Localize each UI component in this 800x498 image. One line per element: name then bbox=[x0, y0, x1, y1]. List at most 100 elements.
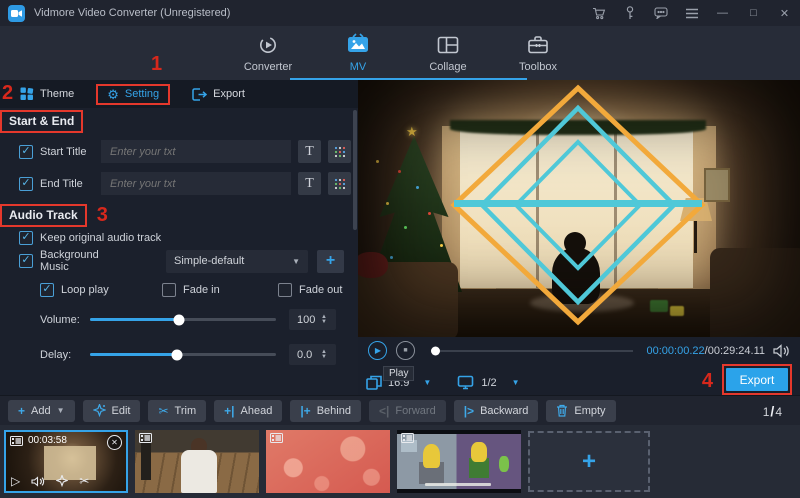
title-bar: Vidmore Video Converter (Unregistered) —… bbox=[0, 0, 800, 26]
delay-label: Delay: bbox=[40, 349, 88, 361]
volume-stepper[interactable]: ▲▼ bbox=[321, 315, 327, 325]
panel-tab-setting[interactable]: ⚙ Setting bbox=[96, 84, 170, 105]
end-title-checkbox[interactable]: ✓ bbox=[19, 177, 33, 191]
panel-tab-theme[interactable]: Theme bbox=[20, 87, 74, 101]
annotation-step-4: 4 bbox=[702, 366, 713, 393]
start-title-position-button[interactable] bbox=[328, 140, 351, 163]
annotation-step-3: 3 bbox=[97, 204, 108, 227]
gear-icon: ⚙ bbox=[107, 88, 119, 101]
aspect-ratio-icon bbox=[366, 375, 382, 390]
close-button[interactable]: ✕ bbox=[777, 6, 792, 21]
tab-mv[interactable]: MV bbox=[326, 30, 390, 73]
start-title-label: Start Title bbox=[40, 146, 98, 158]
tab-toolbox[interactable]: Toolbox bbox=[506, 30, 570, 73]
scissors-icon: ✂ bbox=[158, 405, 168, 417]
edit-button[interactable]: Edit bbox=[83, 400, 141, 422]
position-grid-icon bbox=[334, 178, 346, 190]
delay-slider[interactable] bbox=[90, 353, 276, 356]
trim-button[interactable]: ✂ Trim bbox=[148, 400, 206, 422]
menu-icon[interactable] bbox=[684, 6, 699, 21]
fade-in-checkbox[interactable] bbox=[162, 283, 176, 297]
move-forward-icon: <| bbox=[379, 405, 389, 417]
panel-scrollbar[interactable] bbox=[353, 110, 357, 230]
start-title-font-button[interactable]: T bbox=[298, 140, 321, 163]
remove-clip-button[interactable]: ✕ bbox=[107, 435, 122, 450]
clip-audio-icon[interactable] bbox=[31, 476, 45, 487]
video-preview[interactable]: ★ bbox=[358, 80, 800, 337]
feedback-icon[interactable] bbox=[653, 6, 668, 21]
delay-stepper[interactable]: ▲▼ bbox=[321, 350, 327, 360]
clip-thumbnail-4[interactable] bbox=[397, 430, 521, 493]
end-title-position-button[interactable] bbox=[328, 172, 351, 195]
section-audio-track-heading: Audio Track bbox=[0, 204, 87, 227]
section-start-end-heading: Start & End bbox=[0, 110, 83, 133]
add-button[interactable]: + Add ▼ bbox=[8, 400, 75, 422]
clip-edit-icon[interactable] bbox=[56, 475, 68, 487]
volume-icon[interactable] bbox=[773, 344, 790, 358]
chevron-down-icon[interactable]: ▼ bbox=[512, 378, 520, 387]
play-button[interactable]: ▶ bbox=[368, 341, 387, 360]
start-title-checkbox[interactable]: ✓ bbox=[19, 145, 33, 159]
position-grid-icon bbox=[334, 146, 346, 158]
start-title-input[interactable] bbox=[101, 140, 291, 163]
forward-button[interactable]: <| Forward bbox=[369, 400, 446, 422]
end-title-label: End Title bbox=[40, 178, 98, 190]
settings-panel: Theme ⚙ Setting Export Start & End ✓ Sta… bbox=[0, 80, 358, 395]
app-window: Vidmore Video Converter (Unregistered) —… bbox=[0, 0, 800, 498]
end-title-input[interactable] bbox=[101, 172, 291, 195]
volume-slider-knob[interactable] bbox=[174, 314, 185, 325]
window-title: Vidmore Video Converter (Unregistered) bbox=[34, 7, 230, 19]
current-time: 00:00:00.22 bbox=[647, 345, 705, 357]
tab-converter-label: Converter bbox=[244, 61, 292, 73]
volume-slider[interactable] bbox=[90, 318, 276, 321]
loop-play-checkbox[interactable]: ✓ bbox=[40, 283, 54, 297]
add-clip-placeholder[interactable]: + bbox=[528, 431, 650, 492]
insert-behind-icon: |+ bbox=[300, 405, 310, 417]
key-icon[interactable] bbox=[622, 6, 637, 21]
volume-label: Volume: bbox=[40, 314, 88, 326]
tab-mv-label: MV bbox=[350, 61, 367, 73]
clip-thumbnail-3[interactable] bbox=[266, 430, 390, 493]
keep-original-checkbox[interactable]: ✓ bbox=[19, 231, 33, 245]
clip-play-icon[interactable]: ▷ bbox=[11, 474, 20, 488]
tab-collage-label: Collage bbox=[429, 61, 466, 73]
time-display: 00:00:00.22/00:29:24.11 bbox=[647, 345, 765, 357]
aspect-ratio-control[interactable]: 16:9 ▼ Play bbox=[366, 369, 431, 390]
stop-button[interactable]: ■ bbox=[396, 341, 415, 360]
seek-bar[interactable] bbox=[431, 350, 633, 352]
film-icon bbox=[139, 433, 152, 443]
tab-converter[interactable]: Converter bbox=[236, 30, 300, 73]
add-music-button[interactable]: + bbox=[317, 250, 344, 273]
minimize-button[interactable]: — bbox=[715, 6, 730, 21]
screen-split-control[interactable]: 1/2 ▼ bbox=[457, 369, 519, 390]
end-title-font-button[interactable]: T bbox=[298, 172, 321, 195]
panel-tab-export[interactable]: Export bbox=[192, 88, 245, 101]
annotation-step-1: 1 bbox=[151, 53, 162, 76]
panel-tab-bar: Theme ⚙ Setting Export bbox=[0, 80, 358, 108]
film-icon bbox=[10, 436, 23, 446]
film-icon bbox=[401, 433, 414, 443]
backward-button[interactable]: |> Backward bbox=[454, 400, 539, 422]
delay-slider-knob[interactable] bbox=[172, 349, 183, 360]
main-nav: Converter MV Collage Toolbox bbox=[0, 26, 800, 80]
clip-trim-icon[interactable]: ✂ bbox=[79, 474, 89, 488]
loop-play-label: Loop play bbox=[61, 284, 109, 296]
background-music-checkbox[interactable]: ✓ bbox=[19, 254, 33, 268]
fade-options-row: ✓ Loop play Fade in Fade out bbox=[0, 283, 358, 297]
music-select[interactable]: Simple-default ▼ bbox=[166, 250, 308, 273]
export-button[interactable]: Export bbox=[726, 368, 788, 391]
edit-star-icon bbox=[93, 404, 106, 417]
panel-tab-export-label: Export bbox=[213, 88, 245, 100]
clip-thumbnail-1[interactable]: 00:03:58 ✕ ▷ ✂ bbox=[4, 430, 128, 493]
tab-collage[interactable]: Collage bbox=[416, 30, 480, 73]
ahead-button[interactable]: +| Ahead bbox=[214, 400, 282, 422]
seek-handle[interactable] bbox=[431, 346, 440, 355]
clip-thumbnail-2[interactable] bbox=[135, 430, 259, 493]
behind-button[interactable]: |+ Behind bbox=[290, 400, 361, 422]
empty-button[interactable]: Empty bbox=[546, 400, 615, 422]
chevron-down-icon[interactable]: ▼ bbox=[423, 378, 431, 387]
play-tooltip: Play bbox=[383, 366, 414, 381]
maximize-button[interactable]: □ bbox=[746, 6, 761, 21]
fade-out-checkbox[interactable] bbox=[278, 283, 292, 297]
cart-icon[interactable] bbox=[591, 6, 606, 21]
